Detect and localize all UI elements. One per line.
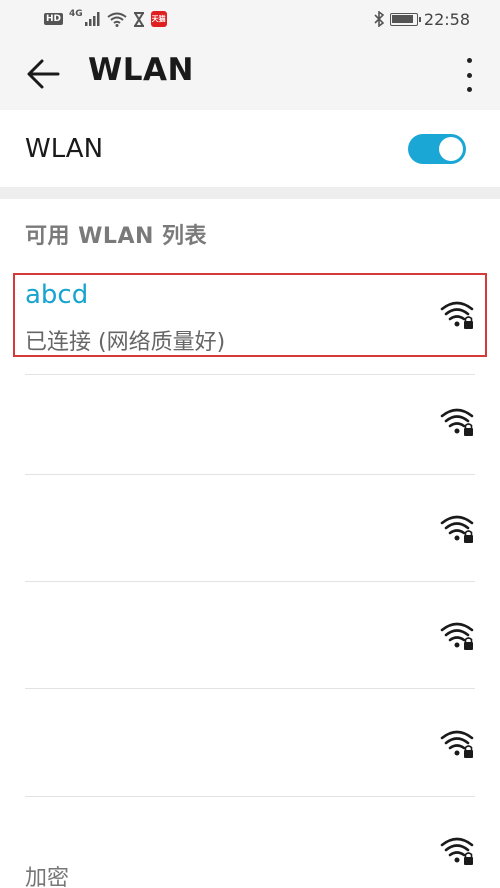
available-networks-header: 可用 WLAN 列表 [25,224,208,249]
battery-icon [389,12,421,26]
network-item[interactable] [0,582,500,689]
tmall-app-icon: 天猫 [150,11,167,27]
more-options-icon [466,58,472,63]
wlan-toggle-label: WLAN [25,134,104,164]
section-divider [0,187,500,199]
wifi-locked-icon [440,301,474,329]
app-bar: WLAN [0,38,500,110]
status-bar-left: HD 4G 天猫 [44,9,167,27]
back-arrow-icon [27,59,60,89]
more-options-button[interactable] [464,58,474,92]
wifi-locked-icon [440,622,474,650]
hourglass-icon [133,11,144,27]
wifi-locked-icon [440,408,474,436]
network-status: 加密 [25,866,70,888]
wifi-locked-icon [440,837,474,865]
network-type-label: 4G [69,9,83,19]
wlan-toggle-switch[interactable] [408,134,466,164]
network-status: 已连接 (网络质量好) [25,330,226,355]
network-item[interactable] [0,690,500,797]
network-name: abcd [25,280,89,310]
switch-knob [439,137,463,161]
wifi-locked-icon [440,515,474,543]
network-item[interactable] [0,475,500,582]
cellular-signal-icon [84,12,100,26]
wifi-locked-icon [440,730,474,758]
row-divider [25,688,475,689]
network-item[interactable] [0,797,500,888]
status-bar-right: 22:58 [374,10,470,29]
clock: 22:58 [423,9,470,29]
wifi-status-icon [107,12,127,27]
back-button[interactable] [26,58,62,90]
network-item[interactable] [0,368,500,475]
hd-badge: HD [44,13,64,25]
bluetooth-icon [374,11,384,27]
status-bar: HD 4G 天猫 22:58 [0,0,500,38]
battery-level [392,15,414,23]
page-title: WLAN [88,52,194,88]
